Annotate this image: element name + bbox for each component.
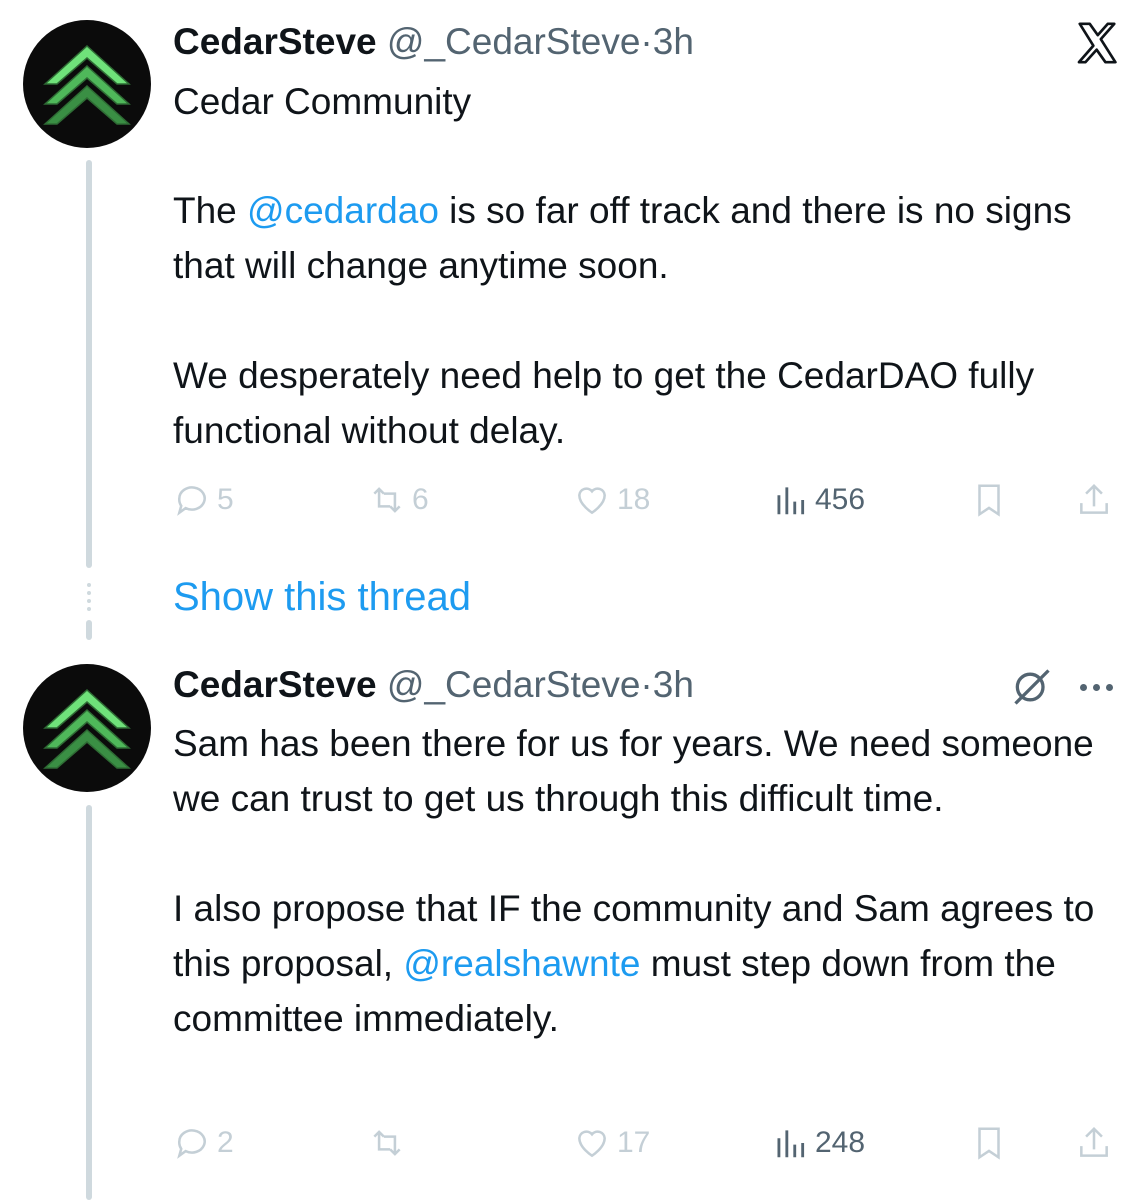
like-count: 17 [617,1126,651,1159]
analytics-icon [777,487,805,515]
bookmark-icon [978,484,1000,517]
timestamp[interactable]: 3h [653,21,694,62]
separator: · [640,21,653,62]
avatar[interactable] [23,664,151,792]
text-paragraph: We desperately need help to get the Ceda… [173,355,1035,451]
thread-line [86,805,92,1200]
repost-button[interactable]: 6 [368,478,429,522]
user-handle[interactable]: @_CedarSteve [387,664,641,705]
like-button[interactable]: 17 [573,1121,650,1165]
tweet-actions: 5 6 18 456 [173,478,1118,522]
x-logo-icon[interactable] [1074,20,1120,66]
tweet-header: CedarSteve @_CedarSteve·3h [173,20,694,64]
grok-icon[interactable] [1010,665,1054,709]
thread-gap-dots [84,583,94,611]
share-button[interactable] [1075,478,1113,522]
community-label[interactable]: Cedar Community [173,80,471,124]
more-options-icon[interactable] [1080,680,1120,694]
avatar[interactable] [23,20,151,148]
text-segment: The [173,190,248,231]
reply-icon [177,1129,206,1159]
reply-button[interactable]: 2 [173,1121,234,1165]
view-count: 456 [815,483,866,516]
reply-count: 5 [217,483,234,516]
share-icon [1080,1126,1108,1157]
tweet-text: The @cedardao is so far off track and th… [173,183,1133,458]
share-icon [1080,483,1108,514]
like-count: 18 [617,483,651,516]
display-name[interactable]: CedarSteve [173,21,377,62]
view-count: 248 [815,1126,866,1159]
repost-count: 6 [412,483,429,516]
like-button[interactable]: 18 [573,478,650,522]
repost-icon [373,1130,401,1156]
views-button[interactable]: 456 [771,478,865,522]
display-name[interactable]: CedarSteve [173,664,377,705]
cedar-logo-icon [43,688,131,769]
tweet-text: Sam has been there for us for years. We … [173,716,1133,1046]
thread-line [86,620,92,640]
bookmark-button[interactable] [970,478,1008,522]
analytics-icon [777,1130,805,1158]
share-button[interactable] [1075,1121,1113,1165]
bookmark-icon [978,1127,1000,1160]
user-handle[interactable]: @_CedarSteve [387,21,641,62]
repost-icon [373,487,401,513]
mention-link[interactable]: @realshawnte [403,943,640,984]
heart-icon [578,1130,606,1158]
views-button[interactable]: 248 [771,1121,865,1165]
show-thread-link[interactable]: Show this thread [173,573,471,621]
timestamp[interactable]: 3h [653,664,694,705]
text-paragraph: Sam has been there for us for years. We … [173,723,1094,819]
separator: · [640,664,653,705]
reply-icon [177,486,206,516]
heart-icon [578,487,606,515]
thread-line [86,160,92,568]
tweet-header: CedarSteve @_CedarSteve·3h [173,663,694,707]
cedar-logo-icon [43,44,131,125]
reply-button[interactable]: 5 [173,478,234,522]
bookmark-button[interactable] [970,1121,1008,1165]
tweet-actions: 2 17 248 [173,1121,1118,1165]
repost-button[interactable] [368,1121,412,1165]
reply-count: 2 [217,1126,234,1159]
mention-link[interactable]: @cedardao [247,190,439,231]
